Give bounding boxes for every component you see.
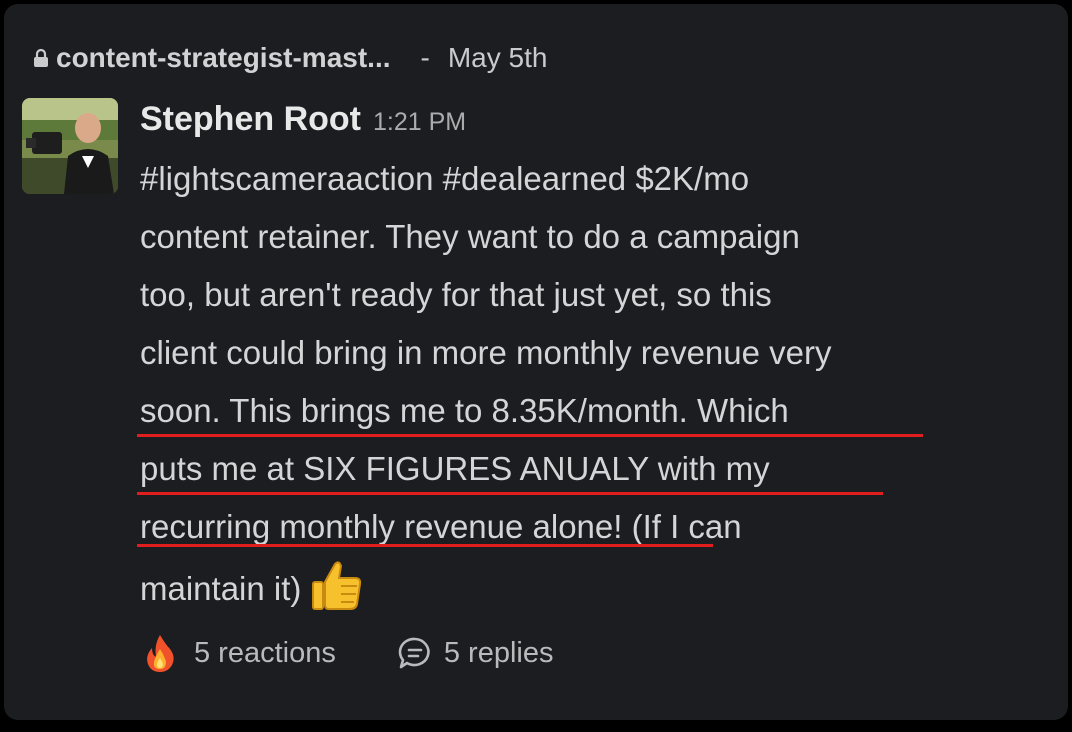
fire-icon bbox=[147, 635, 174, 672]
reactions-button[interactable]: 5 reactions bbox=[140, 633, 336, 673]
reply-bubble-icon bbox=[398, 637, 430, 669]
message-card: content-strategist-mast... - May 5th Ste… bbox=[4, 4, 1068, 720]
highlight-underline bbox=[137, 544, 713, 547]
replies-label: 5 replies bbox=[443, 636, 554, 669]
message-line: #lightscameraaction #dealearned $2K/mo bbox=[140, 160, 750, 197]
avatar[interactable] bbox=[22, 98, 118, 194]
message-line: soon. This brings me to 8.35K/month. Whi… bbox=[140, 392, 789, 429]
breadcrumb-separator: - bbox=[420, 42, 430, 73]
message-line: content retainer. They want to do a camp… bbox=[140, 218, 800, 255]
highlight-underline bbox=[137, 434, 923, 437]
lock-icon bbox=[34, 48, 48, 67]
message-line: recurring monthly revenue alone! (If I c… bbox=[140, 508, 742, 545]
message-header: Stephen Root 1:21 PM bbox=[140, 100, 466, 144]
replies-button[interactable]: 5 replies bbox=[398, 636, 554, 670]
avatar-photo bbox=[22, 98, 118, 194]
message-last-line: maintain it) bbox=[140, 556, 1020, 614]
author-name[interactable]: Stephen Root bbox=[140, 100, 361, 139]
message-line: maintain it) bbox=[140, 570, 302, 607]
message-line: too, but aren't ready for that just yet,… bbox=[140, 276, 772, 313]
message-line: puts me at SIX FIGURES ANUALY with my bbox=[140, 450, 770, 487]
highlight-underline bbox=[137, 492, 883, 495]
thumbs-up-icon bbox=[312, 561, 362, 610]
message-line: client could bring in more monthly reven… bbox=[140, 334, 832, 371]
channel-name[interactable]: content-strategist-mast... bbox=[56, 42, 391, 74]
message-timestamp[interactable]: 1:21 PM bbox=[373, 108, 466, 137]
reactions-label: 5 reactions bbox=[194, 636, 336, 669]
message-footer: 5 reactions 5 replies bbox=[140, 630, 553, 676]
channel-breadcrumb[interactable]: content-strategist-mast... - May 5th bbox=[32, 40, 547, 76]
message-date[interactable]: May 5th bbox=[448, 42, 548, 74]
